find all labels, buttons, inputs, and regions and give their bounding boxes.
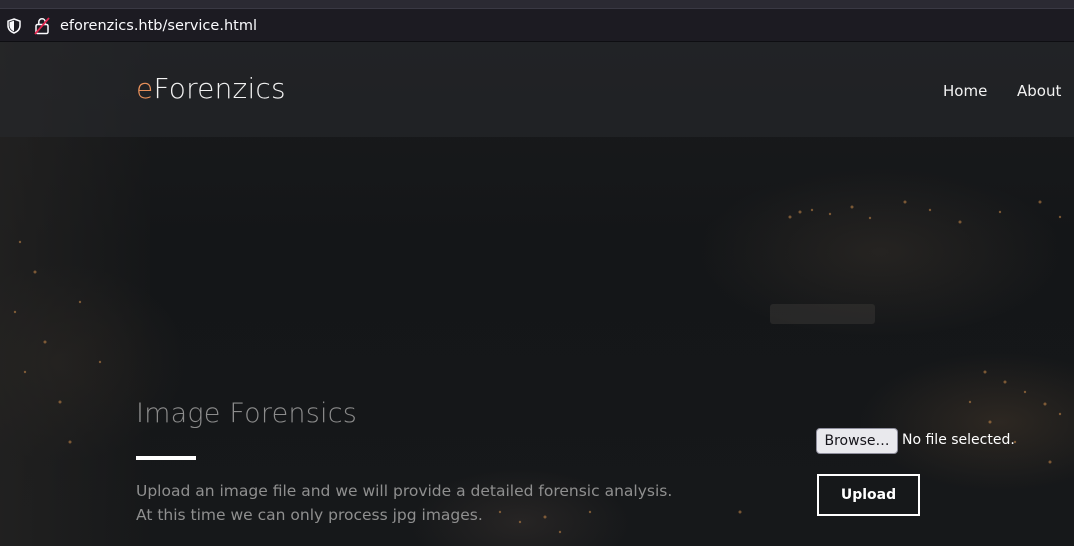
file-status-text: No file selected.	[902, 432, 1015, 448]
page-description: Upload an image file and we will provide…	[136, 479, 756, 527]
site-logo[interactable]: eForenzics	[136, 72, 286, 105]
page-content: eForenzics Home About Image Forensics Up…	[0, 42, 1074, 546]
shield-icon[interactable]	[6, 18, 22, 34]
address-bar[interactable]: eforenzics.htb/service.html	[0, 8, 1074, 42]
file-browse-button[interactable]: Browse…	[816, 428, 898, 454]
upload-button[interactable]: Upload	[817, 474, 920, 516]
description-line: At this time we can only process jpg ima…	[136, 506, 483, 524]
description-line: Upload an image file and we will provide…	[136, 482, 673, 500]
nav-about-link[interactable]: About	[1017, 82, 1061, 100]
nav-home-link[interactable]: Home	[943, 82, 987, 100]
title-divider	[136, 456, 196, 460]
lock-icon[interactable]	[34, 17, 50, 35]
page-title: Image Forensics	[136, 398, 358, 429]
site-navbar: eForenzics Home About	[0, 42, 1074, 137]
url-text[interactable]: eforenzics.htb/service.html	[60, 17, 257, 35]
browser-tab-strip	[0, 0, 1074, 8]
